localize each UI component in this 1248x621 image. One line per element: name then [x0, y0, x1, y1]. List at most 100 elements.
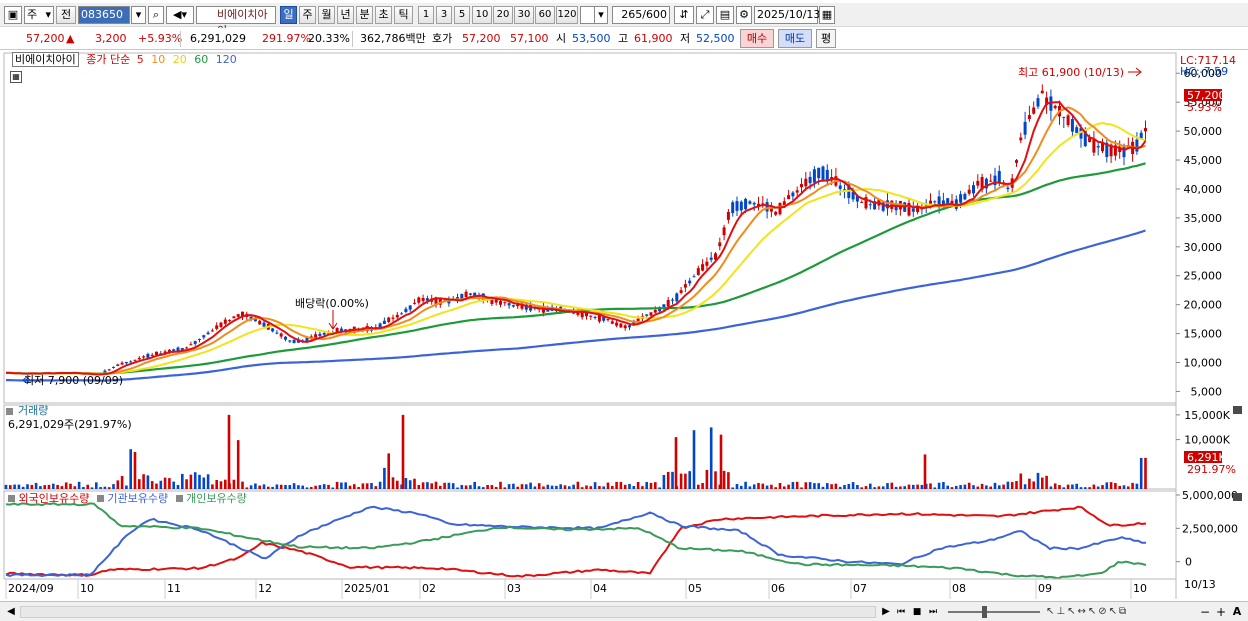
volume-bar — [761, 483, 765, 489]
scroll-left-icon[interactable]: ◀ — [4, 605, 18, 619]
candle-body — [976, 180, 980, 186]
code-dropdown-chevron-icon[interactable]: ▾ — [131, 6, 146, 24]
x-axis-label: 08 — [952, 582, 966, 595]
window-menu-icon[interactable]: ▣ — [4, 6, 22, 24]
interval-second[interactable]: 초 — [375, 6, 392, 24]
candle-body — [284, 336, 287, 340]
sell-button[interactable]: 매도 — [778, 29, 812, 48]
price-tick-label: 25,000 — [1184, 270, 1223, 283]
open-label: 시 — [556, 32, 567, 45]
volume-bar — [202, 477, 206, 489]
draw-tool-icon[interactable]: ⤢ — [696, 6, 714, 24]
hoga-label: 호가 — [432, 32, 453, 45]
stock-code-input[interactable]: 083650 — [78, 6, 130, 24]
zoom-out-icon[interactable]: − — [1198, 605, 1212, 619]
chart-canvas[interactable]: 60,00055,00050,00045,00040,00035,00030,0… — [0, 51, 1248, 601]
date-input[interactable]: 2025/10/13 — [754, 6, 820, 24]
volume-bar — [95, 482, 98, 489]
auto-scale-icon[interactable]: A — [1230, 605, 1244, 619]
holding-panel-close-icon[interactable] — [1233, 493, 1242, 501]
volume-bar — [821, 486, 825, 489]
volume-bar — [232, 479, 236, 489]
scroll-track[interactable] — [20, 606, 876, 618]
volume-bar — [989, 486, 992, 489]
volume-bar — [920, 484, 924, 489]
calendar-icon[interactable]: ▦ — [819, 6, 835, 24]
custom-step-chevron-icon[interactable]: ▾ — [594, 6, 608, 24]
interval-year[interactable]: 년 — [337, 6, 354, 24]
volume-bar — [847, 483, 851, 489]
interval-minute[interactable]: 분 — [356, 6, 373, 24]
volume-bar — [305, 487, 309, 489]
volume-bar — [851, 482, 855, 489]
eval-button[interactable]: 평 — [816, 29, 836, 48]
volume-bar — [357, 486, 360, 489]
buy-button[interactable]: 매수 — [740, 29, 774, 48]
zoom-in-icon[interactable]: + — [1214, 605, 1228, 619]
x-axis-right-label: 10/13 — [1184, 578, 1216, 591]
volume-bar — [224, 479, 227, 489]
scale-icon[interactable]: ⇵ — [674, 6, 694, 24]
candle-body — [391, 317, 395, 319]
candle-body — [666, 300, 670, 307]
volume-bar — [666, 471, 670, 489]
volume-bar — [1135, 483, 1139, 489]
interval-tick[interactable]: 틱 — [394, 6, 413, 24]
minute-step-20[interactable]: 20 — [493, 6, 513, 24]
candle-body — [378, 323, 382, 328]
gear-icon[interactable]: ⚙ — [736, 6, 752, 24]
candle-body — [413, 302, 416, 304]
speaker-icon[interactable]: ◀▾ — [166, 6, 194, 24]
count-input[interactable]: 265/600 — [612, 6, 670, 24]
save-icon[interactable]: ▤ — [716, 6, 734, 24]
minute-step-30[interactable]: 30 — [514, 6, 534, 24]
interval-week[interactable]: 주 — [299, 6, 316, 24]
grid — [1176, 72, 1180, 563]
rewind-icon[interactable]: ⏮ — [894, 605, 908, 619]
jeon-button[interactable]: 전 — [56, 6, 76, 24]
candle-body — [185, 347, 189, 349]
volume-bar — [482, 487, 485, 489]
fast-forward-icon[interactable]: ⏭ — [926, 605, 940, 619]
legend-stock-name[interactable]: 비에이치아이 — [12, 52, 79, 67]
chart-area[interactable]: 60,000 55,000 50,000 45,000 40,000 35,000 30,0… — [0, 51, 1248, 601]
table-icon[interactable]: ▦ — [10, 71, 22, 83]
volume-bar — [331, 487, 335, 489]
volume-bar — [47, 484, 51, 489]
price-tick-label: 30,000 — [1184, 241, 1223, 254]
interval-month[interactable]: 월 — [318, 6, 335, 24]
minute-step-1[interactable]: 1 — [418, 6, 434, 24]
chart-scrollbar: ◀ ▶ ⏮ ■ ⏭ ↖⊥↖↔↖⊘↖⧉ − + A — [0, 601, 1248, 621]
minute-step-60[interactable]: 60 — [535, 6, 555, 24]
minute-step-5[interactable]: 5 — [454, 6, 470, 24]
candle-body — [129, 361, 133, 363]
volume-bar — [937, 482, 941, 489]
volume-panel-close-icon[interactable] — [1233, 406, 1242, 414]
period-type-select[interactable]: 주 ▾ — [24, 6, 54, 24]
zoom-slider[interactable] — [948, 606, 1040, 618]
minute-step-120[interactable]: 120 — [556, 6, 578, 24]
open-price: 53,500 — [572, 32, 611, 45]
candle-body — [223, 319, 227, 324]
drawing-tools-icon[interactable]: ↖⊥↖↔↖⊘↖⧉ — [1046, 605, 1196, 619]
search-icon[interactable]: ⌕ — [148, 6, 164, 24]
interval-day[interactable]: 일 — [280, 6, 297, 24]
volume-bar — [408, 480, 412, 489]
candle-body — [146, 353, 150, 358]
volume-bar — [946, 485, 949, 489]
volume-bar — [1062, 487, 1066, 489]
stop-icon[interactable]: ■ — [910, 605, 924, 619]
volume-bar — [899, 486, 902, 489]
minute-step-10[interactable]: 10 — [472, 6, 492, 24]
scroll-right-icon[interactable]: ▶ — [880, 605, 892, 619]
volume-bar — [378, 481, 382, 489]
stock-name-field: 비에이치아이 — [196, 6, 276, 37]
candle-body — [1139, 132, 1143, 139]
minute-step-3[interactable]: 3 — [436, 6, 452, 24]
volume-bar — [722, 470, 726, 489]
candle-body — [193, 341, 197, 344]
volume-bar — [520, 484, 524, 489]
candle-body — [400, 313, 404, 315]
volume-bar — [662, 474, 666, 489]
volume-bar — [998, 485, 1001, 489]
